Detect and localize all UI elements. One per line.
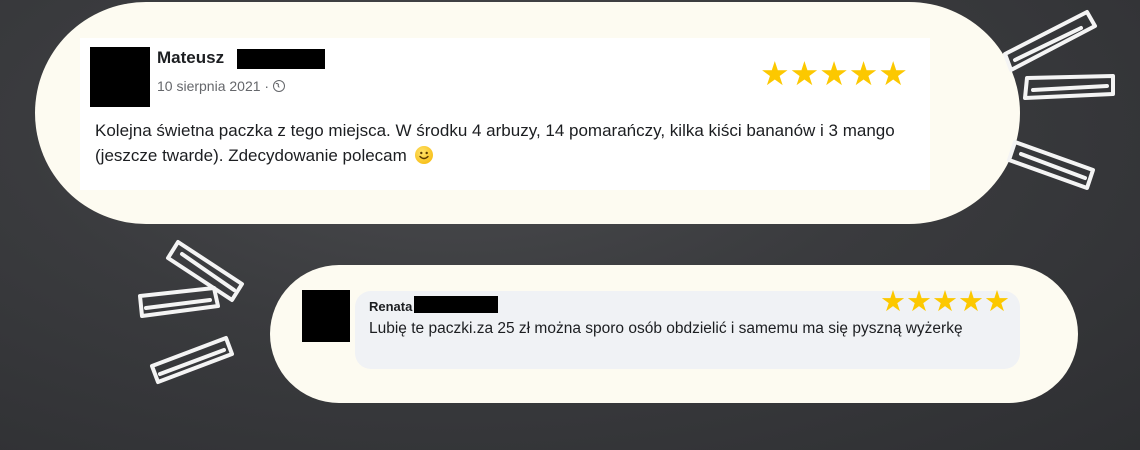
review-text-1: Kolejna świetna paczka z tego miejsca. W… bbox=[95, 118, 915, 168]
star-icon: ★ bbox=[848, 55, 879, 92]
avatar-redacted-2 bbox=[302, 290, 350, 342]
star-icon: ★ bbox=[932, 286, 958, 318]
rating-stars-2: ★ ★ ★ ★ ★ bbox=[880, 288, 1010, 317]
star-icon: ★ bbox=[906, 286, 932, 318]
star-icon: ★ bbox=[878, 55, 908, 92]
rating-stars-1: ★ ★ ★ ★ ★ bbox=[760, 57, 908, 90]
smiley-emoji-icon bbox=[414, 146, 433, 164]
star-icon: ★ bbox=[819, 55, 849, 92]
star-icon: ★ bbox=[789, 55, 820, 92]
chalk-marks-left-icon bbox=[138, 240, 244, 384]
star-icon: ★ bbox=[958, 286, 984, 318]
chalk-marks-right-icon bbox=[1003, 10, 1115, 190]
avatar-redacted-1 bbox=[90, 47, 150, 107]
surname-redaction-1 bbox=[237, 49, 325, 69]
author-name-2[interactable]: Renata bbox=[369, 299, 412, 314]
review-body-1: Kolejna świetna paczka z tego miejsca. W… bbox=[95, 121, 895, 165]
post-date-1: 10 sierpnia 2021 · bbox=[157, 78, 286, 94]
surname-redaction-2 bbox=[414, 296, 498, 313]
date-text[interactable]: 10 sierpnia 2021 · bbox=[157, 78, 269, 94]
star-icon: ★ bbox=[880, 286, 906, 318]
star-icon: ★ bbox=[984, 286, 1010, 318]
review-text-2: Lubię te paczki.za 25 zł można sporo osó… bbox=[369, 320, 963, 337]
author-name-1[interactable]: Mateusz bbox=[157, 48, 224, 68]
star-icon: ★ bbox=[760, 55, 790, 92]
globe-icon bbox=[273, 80, 286, 92]
